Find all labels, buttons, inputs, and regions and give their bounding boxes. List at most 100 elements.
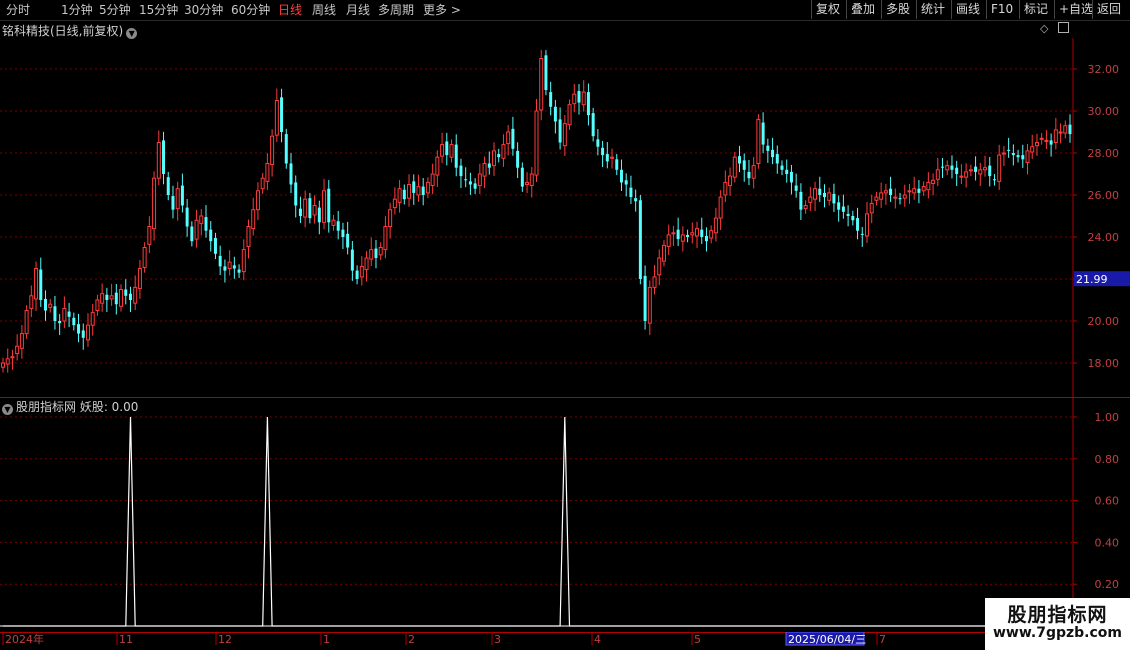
candle-body-down — [232, 265, 236, 269]
candle-body-down — [58, 321, 62, 324]
candle-body-down — [497, 154, 501, 158]
candle-body-up — [147, 226, 152, 245]
candle-body-down — [988, 165, 992, 177]
indicator-chart[interactable]: 1.00 0.80 0.60 0.40 0.20 — [0, 396, 1130, 636]
candle-body-down — [605, 154, 609, 162]
period-tab-fenshi[interactable]: 分时 — [6, 2, 30, 18]
panel-toggle-icon[interactable] — [1057, 22, 1069, 33]
candle-body-up — [912, 188, 917, 194]
candle-body-up — [1034, 142, 1039, 147]
fuquan-button[interactable]: 复权 — [811, 0, 846, 19]
statistics-button[interactable]: 统计 — [916, 0, 951, 19]
mark-button[interactable]: 标记 — [1019, 0, 1054, 19]
diamond-icon[interactable]: ◇ — [1040, 22, 1048, 35]
candle-body-up — [251, 209, 256, 230]
candle-body-down — [771, 149, 775, 158]
candle-body-up — [477, 173, 482, 187]
candle-body-up — [430, 173, 435, 187]
period-tab-multi[interactable]: 多周期 — [378, 2, 414, 18]
candle-body-up — [359, 265, 364, 278]
candle-body-down — [105, 294, 109, 300]
candle-body-up — [90, 312, 95, 326]
candle-body-down — [619, 169, 623, 183]
candle-body-up — [652, 276, 657, 288]
add-favorite-button[interactable]: +自选 — [1054, 0, 1093, 19]
f10-button[interactable]: F10 — [986, 0, 1019, 19]
candle-body-down — [280, 97, 284, 132]
period-tab-weekly[interactable]: 周线 — [312, 2, 336, 18]
candle-body-down — [917, 188, 921, 193]
overlay-button[interactable]: 叠加 — [846, 0, 881, 19]
price-tick-label: 20.00 — [1088, 315, 1120, 328]
candle-body-down — [591, 113, 595, 137]
time-label: 3 — [494, 633, 501, 646]
candle-body-up — [931, 179, 936, 184]
period-tab-60min[interactable]: 60分钟 — [231, 2, 270, 18]
candle-body-down — [860, 233, 864, 235]
candle-body-up — [482, 163, 487, 177]
candle-body-up — [921, 186, 926, 192]
candle-body-up — [34, 268, 39, 300]
candle-body-up — [864, 213, 869, 237]
time-label: 11 — [119, 633, 133, 646]
period-tab-30min[interactable]: 30分钟 — [184, 2, 223, 18]
candle-body-up — [322, 190, 327, 223]
period-tab-daily[interactable]: 日线 — [278, 2, 302, 18]
candle-body-down — [511, 128, 515, 149]
candle-body-down — [846, 213, 850, 216]
multi-stock-button[interactable]: 多股 — [881, 0, 916, 19]
candle-body-up — [661, 244, 666, 262]
candle-body-down — [402, 189, 406, 200]
period-tab-monthly[interactable]: 月线 — [346, 2, 370, 18]
candle-body-up — [808, 196, 813, 203]
indicator-line — [3, 416, 1070, 627]
period-tab-5min[interactable]: 5分钟 — [99, 2, 131, 18]
candle-body-up — [152, 177, 157, 230]
candle-body-up — [255, 190, 260, 211]
candle-body-up — [331, 219, 336, 226]
candle-body-down — [218, 255, 222, 267]
candle-body-down — [766, 145, 770, 151]
candle-body-up — [539, 58, 544, 111]
candle-body-up — [62, 307, 67, 322]
candle-body-down — [643, 275, 647, 321]
candle-body-up — [803, 205, 808, 210]
candle-body-down — [317, 207, 321, 223]
candlestick-chart[interactable]: 32.0030.0028.0026.0024.0022.0020.0018.00… — [0, 38, 1130, 398]
candle-body-down — [1068, 124, 1072, 135]
candle-body-up — [435, 156, 440, 176]
candle-body-up — [680, 234, 685, 242]
candle-body-up — [1063, 125, 1068, 134]
candle-body-down — [284, 134, 288, 164]
draw-line-button[interactable]: 画线 — [951, 0, 986, 19]
candle-body-down — [780, 165, 784, 170]
candle-body-up — [657, 257, 662, 276]
candle-body-up — [907, 190, 912, 193]
candle-body-down — [166, 177, 170, 195]
candle-body-up — [48, 303, 53, 308]
candle-body-up — [997, 154, 1002, 182]
candle-body-up — [492, 150, 497, 167]
candle-body-down — [596, 139, 600, 147]
candle-body-down — [837, 202, 841, 210]
period-tab-1min[interactable]: 1分钟 — [61, 2, 93, 18]
candle-body-down — [851, 216, 855, 221]
price-tick-label: 26.00 — [1088, 189, 1120, 202]
back-button[interactable]: 返回 — [1092, 0, 1130, 19]
candle-body-up — [690, 232, 695, 236]
candle-body-up — [666, 234, 671, 247]
indicator-tick-label: 0.20 — [1095, 578, 1120, 591]
period-tab-15min[interactable]: 15分钟 — [139, 2, 178, 18]
candle-body-down — [72, 317, 76, 326]
price-tick-label: 32.00 — [1088, 63, 1120, 76]
candle-body-up — [303, 198, 308, 218]
candle-body-up — [978, 169, 983, 175]
candle-body-down — [67, 311, 71, 317]
candle-body-down — [289, 163, 293, 185]
candle-body-up — [364, 257, 369, 271]
indicator-tick-label: 0.40 — [1095, 536, 1120, 549]
period-tab-more[interactable]: 更多 > — [423, 2, 461, 18]
current-price-label: 21.99 — [1076, 273, 1108, 286]
candle-body-down — [162, 140, 166, 174]
candle-body-down — [950, 165, 954, 170]
